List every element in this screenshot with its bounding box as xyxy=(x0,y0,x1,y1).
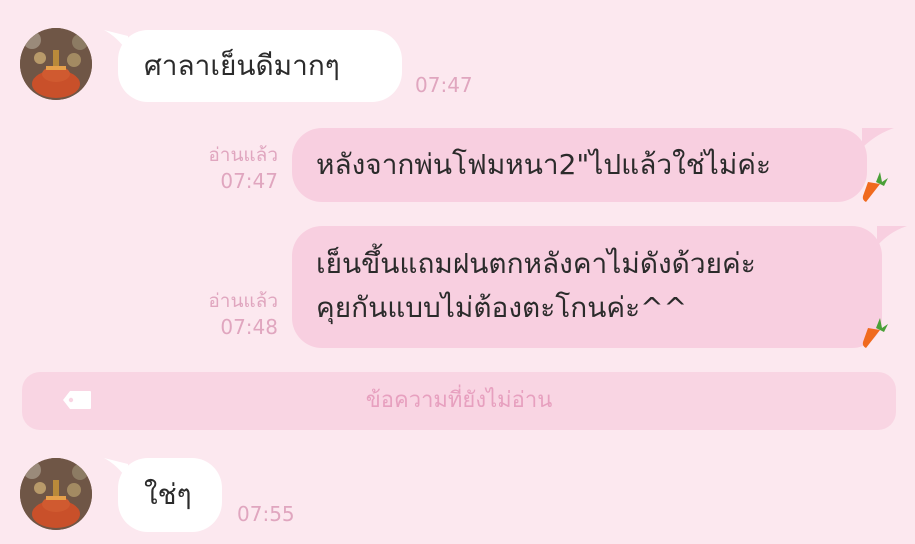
read-status: อ่านแล้ว xyxy=(208,144,278,166)
message-bubble[interactable]: หลังจากพ่นโฟมหนา2"ไปแล้วใช่ไม่ค่ะ xyxy=(292,128,867,202)
message-bubble[interactable]: เย็นขึ้นแถมฝนตกหลังคาไม่ดังด้วยค่ะ คุยกั… xyxy=(292,226,882,348)
message-bubble[interactable]: ใช่ๆ xyxy=(118,458,222,532)
message-text: ใช่ๆ xyxy=(144,478,192,511)
avatar[interactable] xyxy=(20,28,92,100)
message-line: เย็นขึ้นแถมฝนตกหลังคาไม่ดังด้วยค่ะ xyxy=(316,247,756,280)
read-status: อ่านแล้ว xyxy=(208,290,278,312)
carrot-icon xyxy=(862,318,888,348)
message-bubble[interactable]: ศาลาเย็นดีมากๆ xyxy=(118,30,402,102)
message-time: 07:55 xyxy=(237,502,295,526)
message-time: 07:47 xyxy=(220,169,278,193)
avatar[interactable] xyxy=(20,458,92,530)
message-time: 07:48 xyxy=(220,315,278,339)
message-time: 07:47 xyxy=(415,73,473,97)
unread-divider-label: ข้อความที่ยังไม่อ่าน xyxy=(365,388,553,413)
message-line: คุยกันแบบไม่ต้องตะโกนค่ะ^^ xyxy=(316,291,688,324)
bubble-tail xyxy=(862,128,894,148)
read-receipt: อ่านแล้ว 07:48 xyxy=(168,288,278,340)
carrot-icon xyxy=(862,172,888,202)
unread-divider: ข้อความที่ยังไม่อ่าน xyxy=(22,372,896,430)
message-text: ศาลาเย็นดีมากๆ xyxy=(144,49,340,82)
message-text: หลังจากพ่นโฟมหนา2"ไปแล้วใช่ไม่ค่ะ xyxy=(316,148,772,181)
bubble-tail xyxy=(877,226,907,246)
read-receipt: อ่านแล้ว 07:47 xyxy=(168,142,278,194)
